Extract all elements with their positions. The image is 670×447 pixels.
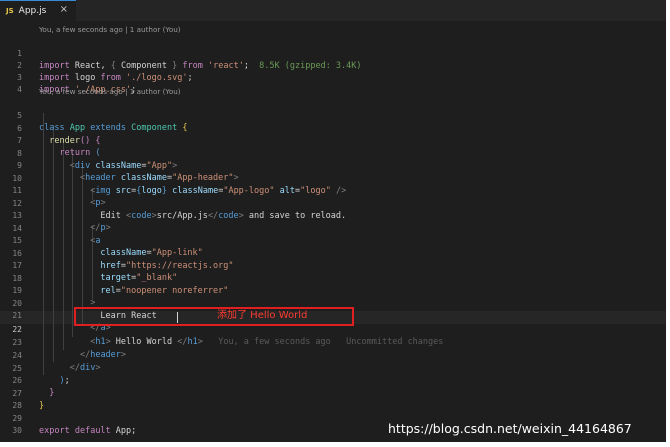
- tab-label: App.js: [18, 6, 47, 16]
- code-line-7: 7 return (: [0, 122, 666, 159]
- code-line-11: 11 <p>: [0, 172, 666, 209]
- code-line-16: 16 href="https://reactjs.org": [0, 235, 666, 272]
- code-line-26: 26 }: [0, 362, 666, 399]
- code-line-18: 18 rel="noopener noreferrer": [0, 260, 666, 297]
- code-line-15: 15 className="App-link": [0, 222, 666, 259]
- code-line-13: 13 </p>: [0, 197, 666, 234]
- code-line-9: 9 <header className="App-header">: [0, 147, 666, 184]
- code-line-5: 5 class App extends Component {: [0, 97, 666, 134]
- code-line-27: 27 }: [0, 375, 666, 412]
- code-editor[interactable]: JS App.js × You, a few seconds ago | 1 a…: [0, 0, 666, 442]
- close-icon[interactable]: ×: [60, 4, 68, 15]
- code-line-4: 4: [0, 71, 666, 94]
- code-line-20: 20 Learn React: [0, 285, 666, 322]
- line-number: 4: [17, 84, 22, 94]
- code-line-28: 28: [0, 387, 666, 410]
- code-line-10: 10 <img src={logo} className="App-logo" …: [0, 160, 666, 197]
- code-line-3: 3 import './App.css';: [0, 59, 666, 96]
- line-number: 30: [12, 425, 22, 435]
- code-line-29: 29 export default App;: [0, 400, 666, 437]
- watermark: https://blog.csdn.net/weixin_44164867: [388, 421, 632, 436]
- code-line-25: 25 );: [0, 350, 666, 387]
- code-line-6: 6 render() {: [0, 110, 666, 147]
- code-line-14: 14 <a: [0, 210, 666, 247]
- annotation-highlight-box: [74, 307, 354, 326]
- annotation-label: 添加了 Hello World: [217, 310, 308, 321]
- tab-app-js[interactable]: JS App.js ×: [0, 0, 76, 21]
- code-line-24: 24 </div>: [0, 337, 666, 374]
- code-line-1: 1 import React, { Component } from 'reac…: [0, 35, 666, 72]
- code-line-2: 2 import logo from './logo.svg';: [0, 47, 666, 84]
- code-line-12: 12 Edit <code>src/App.js</code> and save…: [0, 185, 666, 222]
- code-line-8: 8 <div className="App">: [0, 135, 666, 172]
- code-line-19: 19 >: [0, 272, 666, 309]
- code-line-17: 17 target="_blank": [0, 247, 666, 284]
- tab-bar: JS App.js ×: [0, 0, 666, 21]
- javascript-file-icon: JS: [6, 7, 14, 15]
